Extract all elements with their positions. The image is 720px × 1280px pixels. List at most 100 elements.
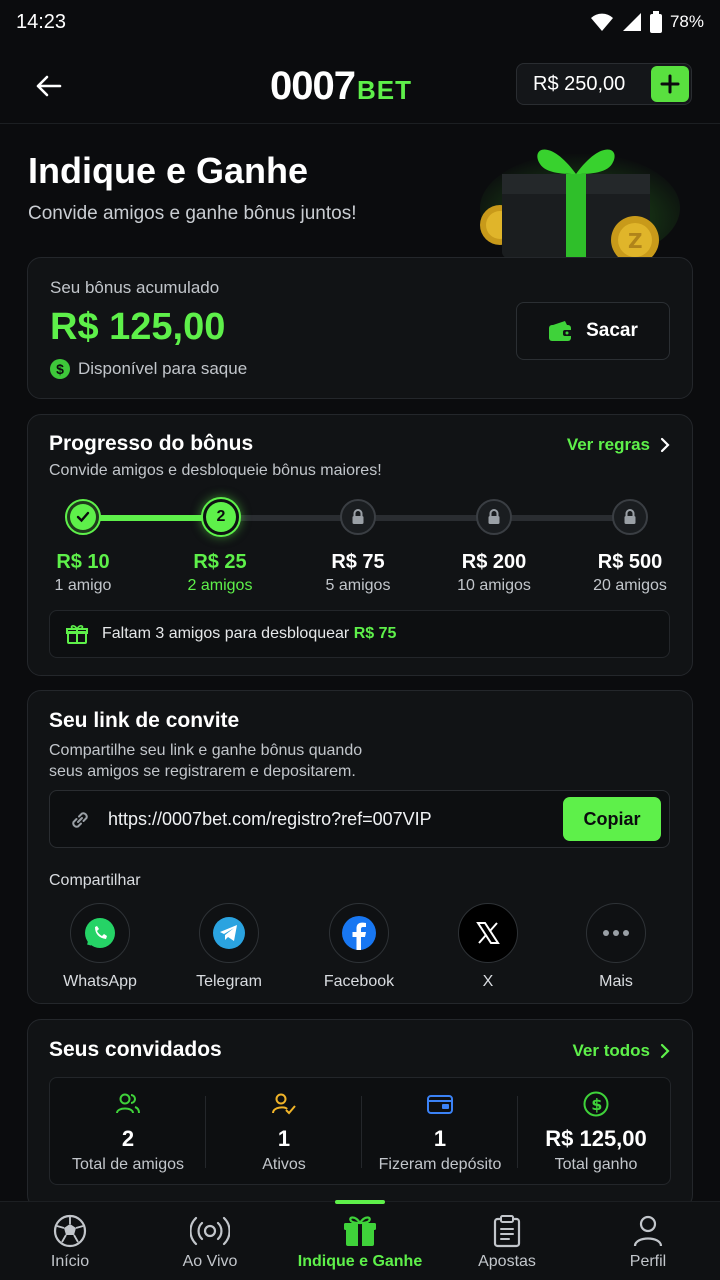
stat-value: 2 [121,1126,135,1151]
stat-label: Ativos [262,1156,306,1173]
lock-icon [352,509,364,524]
stat-total-earned: $ R$ 125,00 Total ganho [518,1078,674,1186]
nav-home[interactable]: Início [0,1202,142,1280]
svg-text:Z: Z [628,229,643,253]
stat-value: 1 [277,1126,291,1151]
share-name: Telegram [196,973,262,990]
stat-active: 1 Ativos [206,1078,362,1186]
bottom-navigation: Início Ao Vivo Indique e Ganhe Apostas P… [0,1200,720,1280]
nav-bets[interactable]: Apostas [435,1202,579,1280]
lock-icon [624,509,636,524]
user-icon [633,1215,663,1247]
gift-icon [344,1216,376,1246]
wallet-icon [427,1095,453,1114]
nav-label: Apostas [478,1253,536,1270]
share-more[interactable]: Mais [556,903,676,991]
invited-title: Seus convidados [49,1038,222,1061]
step-node-1 [65,499,101,535]
stat-value: 1 [433,1126,447,1151]
share-facebook[interactable]: Facebook [299,903,419,991]
more-icon [603,930,629,936]
withdraw-button[interactable]: Sacar [516,302,670,360]
share-label: Compartilhar [49,872,141,889]
bonus-availability: $ Disponível para saque [50,359,247,379]
invited-friends-card: Seus convidados Ver todos 2 Total de ami… [27,1019,693,1209]
status-indicators: 78% [590,11,704,33]
status-time: 14:23 [16,10,67,33]
balance-pill[interactable]: R$ 250,00 [516,63,692,105]
app-header: 0007 BET R$ 250,00 [0,44,720,124]
live-icon [190,1216,230,1246]
back-button[interactable] [28,66,68,106]
current-step-number: 2 [206,502,236,532]
step-friends: 5 amigos [325,577,391,594]
invite-link-field[interactable]: https://0007bet.com/registro?ref=007VIP … [49,790,670,848]
chevron-right-icon [660,1043,670,1059]
rules-link-label: Ver regras [566,435,650,454]
share-x[interactable]: X [428,903,548,991]
see-all-link[interactable]: Ver todos [573,1041,670,1061]
stat-value: R$ 125,00 [545,1126,647,1151]
page-title: Indique e Ganhe [28,150,309,191]
invite-link-text[interactable]: https://0007bet.com/registro?ref=007VIP [108,809,432,830]
battery-level: 78% [669,12,704,31]
share-name: Facebook [323,973,395,990]
rules-link[interactable]: Ver regras [567,435,670,455]
deposit-button[interactable] [651,66,689,102]
stat-total-friends: 2 Total de amigos [50,1078,206,1186]
step-friends: 10 amigos [457,577,531,594]
step-node-2: 2 [201,497,241,537]
x-icon [476,922,500,944]
invite-description-line2: seus amigos se registrarem e depositarem… [49,763,356,780]
brand-logo[interactable]: 0007 BET [270,64,412,109]
copy-button[interactable]: Copiar [563,797,661,841]
unlock-text: Faltam 3 amigos para desbloquear [102,625,350,642]
link-icon [72,812,88,828]
bonus-amount: R$ 125,00 [50,306,226,348]
users-icon [116,1093,140,1114]
dollar-icon: $ [583,1091,609,1117]
gift-illustration: Z [480,149,680,258]
nav-refer-earn[interactable]: Indique e Ganhe [288,1202,432,1280]
progress-description: Convide amigos e desbloqueie bônus maior… [49,462,382,479]
step-amount: R$ 10 [56,551,110,573]
unlock-amount: R$ 75 [353,625,397,642]
chevron-right-icon [660,437,670,453]
step-amount: R$ 75 [331,551,385,573]
share-name: Mais [599,973,633,990]
withdraw-label: Sacar [586,320,638,341]
stat-label: Total de amigos [71,1156,185,1173]
stat-deposited: 1 Fizeram depósito [362,1078,518,1186]
check-icon [76,511,90,523]
soccer-ball-icon [53,1214,87,1248]
invite-link-card: Seu link de convite Compartilhe seu link… [27,690,693,1004]
wallet-icon [549,321,574,341]
logo-sub-text: BET [356,75,412,105]
nav-label: Início [50,1253,90,1270]
accumulated-bonus-card: Seu bônus acumulado R$ 125,00 $ Disponív… [27,257,693,399]
nav-profile[interactable]: Perfil [576,1202,720,1280]
battery-icon [649,11,662,33]
nav-label: Perfil [629,1253,667,1270]
bonus-progress-card: Progresso do bônus Convide amigos e desb… [27,414,693,676]
invited-stats: 2 Total de amigos 1 Ativos 1 Fizeram dep… [49,1077,671,1185]
nav-live[interactable]: Ao Vivo [138,1202,282,1280]
step-node-3 [340,499,376,535]
signal-icon [622,13,641,31]
share-telegram[interactable]: Telegram [169,903,289,991]
progress-title: Progresso do bônus [49,432,254,455]
availability-text: Disponível para saque [78,359,248,378]
clipboard-icon [493,1215,521,1248]
gift-icon [66,625,88,644]
step-friends: 2 amigos [187,577,253,594]
status-bar: 14:23 78% [0,0,720,44]
wifi-icon [590,13,613,31]
share-whatsapp[interactable]: WhatsApp [40,903,160,991]
nav-label: Indique e Ganhe [297,1253,423,1270]
step-amount: R$ 25 [193,551,247,573]
see-all-label: Ver todos [572,1041,650,1060]
telegram-icon [213,917,245,949]
invite-description-line1: Compartilhe seu link e ganhe bônus quand… [49,742,363,759]
arrow-left-icon [36,75,62,97]
dollar-icon: $ [50,359,70,379]
